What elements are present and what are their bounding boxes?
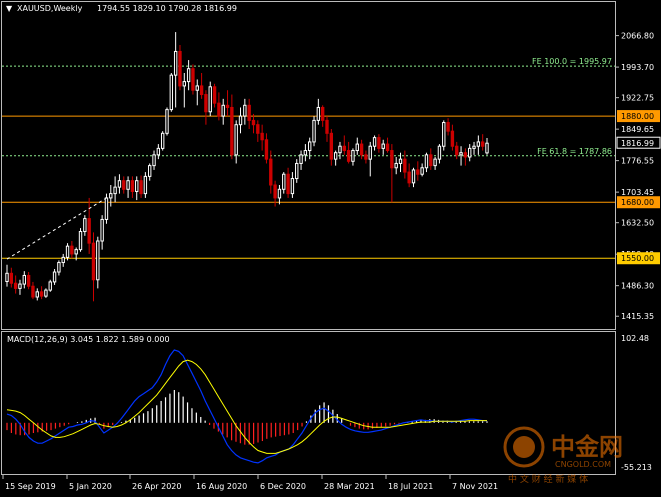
time-tick-label: 16 Aug 2020 <box>196 482 247 491</box>
time-tick-label: 26 Apr 2020 <box>132 482 181 491</box>
fibo-label: FE 61.8 = 1787.86 <box>537 147 612 156</box>
candle <box>442 120 446 151</box>
candle <box>312 116 316 147</box>
price-tick-label: 1703.45 <box>621 188 654 197</box>
chart-canvas: ▼ XAUUSD,Weekly 1794.55 1829.10 1790.28 … <box>0 0 661 497</box>
candle <box>65 243 70 261</box>
macd-bottom-value: -55.213 <box>621 463 652 472</box>
price-tick-label: 1776.55 <box>621 157 654 166</box>
level-price-label: 1680.00 <box>621 198 654 207</box>
current-price-marker: 1816.99 <box>616 136 661 149</box>
watermark-name: 中金网 <box>551 433 623 461</box>
candle <box>48 279 52 292</box>
price-tick-label: 2066.80 <box>621 32 654 41</box>
candle <box>169 73 174 112</box>
time-tick-label: 5 Jan 2020 <box>69 482 112 491</box>
fibo-label: FE 100.0 = 1995.97 <box>532 57 612 66</box>
candle <box>178 45 182 91</box>
macd-top-value: 102.48 <box>621 334 649 343</box>
time-tick-label: 6 Dec 2020 <box>260 482 306 491</box>
current-price-label: 1816.99 <box>621 139 654 148</box>
price-tick-label: 1415.35 <box>621 312 654 321</box>
level-price-label: 1880.00 <box>621 112 654 121</box>
price-tick-label: 1922.75 <box>621 94 654 103</box>
price-tick-label: 1486.30 <box>621 282 654 291</box>
time-tick-label: 7 Nov 2021 <box>452 482 498 491</box>
candle <box>44 288 48 298</box>
time-tick-label: 15 Sep 2019 <box>5 482 56 491</box>
price-tick-label: 1632.50 <box>621 219 654 228</box>
candle <box>208 81 212 117</box>
candle <box>191 64 195 95</box>
candle <box>160 131 165 151</box>
candle <box>143 172 148 198</box>
macd-label: MACD(12,26,9) 3.045 1.822 1.589 0.000 <box>7 335 170 344</box>
level-price-label: 1550.00 <box>621 254 654 263</box>
ohlc-values: 1794.55 1829.10 1790.28 1816.99 <box>97 4 237 13</box>
symbol-label: XAUUSD,Weekly <box>17 4 83 13</box>
candle <box>165 107 169 136</box>
price-tick-label: 1993.70 <box>621 63 654 72</box>
watermark-site: CNGOLD.COM <box>555 460 611 469</box>
time-tick-label: 18 Jul 2021 <box>388 482 433 491</box>
candle <box>78 228 83 252</box>
price-tick-label: 1849.65 <box>621 125 654 134</box>
time-tick-label: 28 Mar 2021 <box>324 482 375 491</box>
watermark-tagline: 中 文 财 经 新 媒 体 <box>508 473 588 485</box>
header-arrow[interactable]: ▼ <box>6 4 13 13</box>
